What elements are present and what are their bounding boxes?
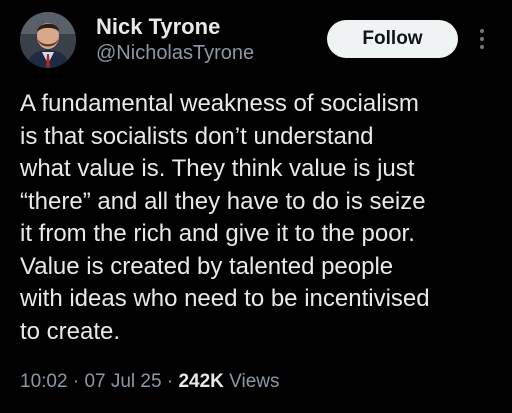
tweet-card: Nick Tyrone @NicholasTyrone Follow A fun… xyxy=(0,0,512,413)
tweet-text-line: A fundamental weakness of socialism xyxy=(20,90,419,117)
views-label: Views xyxy=(229,371,280,392)
meta-separator: · xyxy=(72,371,80,392)
more-dot xyxy=(480,29,484,33)
avatar-photo-icon xyxy=(20,12,76,68)
tweet-text: A fundamental weakness of socialism is t… xyxy=(20,88,505,348)
author-name[interactable]: Nick Tyrone xyxy=(96,14,220,40)
tweet-text-line: is that socialists don’t understand xyxy=(20,122,374,150)
more-dot xyxy=(480,45,484,49)
tweet-text-line: Value is created by talented people xyxy=(20,252,394,280)
tweet-time[interactable]: 10:02 xyxy=(20,371,68,392)
follow-button[interactable]: Follow xyxy=(327,20,458,58)
author-handle[interactable]: @NicholasTyrone xyxy=(96,42,254,65)
views-count[interactable]: 242K xyxy=(178,371,223,392)
tweet-text-line: it from the rich and give it to the poor… xyxy=(20,220,415,247)
more-dot xyxy=(480,37,484,41)
tweet-date[interactable]: 07 Jul 25 xyxy=(84,371,161,392)
tweet-text-line: what value is. They think value is just xyxy=(20,155,415,182)
more-options-icon[interactable] xyxy=(474,24,490,54)
tweet-text-line: to create. xyxy=(20,317,121,345)
author-avatar[interactable] xyxy=(20,12,76,68)
meta-separator: · xyxy=(166,371,174,392)
tweet-text-line: with ideas who need to be incentivised xyxy=(20,285,430,312)
tweet-text-line: “there” and all they have to do is seize xyxy=(20,187,426,215)
tweet-meta: 10:02 · 07 Jul 25 · 242K Views xyxy=(20,371,280,393)
